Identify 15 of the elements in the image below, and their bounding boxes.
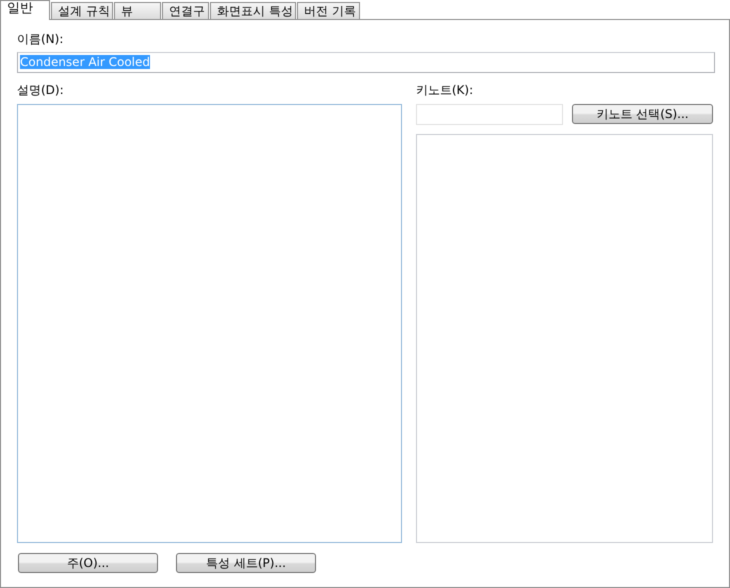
description-label: 설명(D): bbox=[17, 83, 65, 97]
tab[interactable]: 설계 규칙 bbox=[51, 2, 113, 19]
tab[interactable]: 일반 bbox=[0, 0, 50, 20]
description-field[interactable] bbox=[17, 104, 402, 543]
tab[interactable]: 연결구 bbox=[162, 2, 209, 19]
name-label: 이름(N): bbox=[17, 32, 64, 46]
dialog-button[interactable]: 특성 세트(P)... bbox=[176, 553, 316, 573]
select-keynote-button[interactable]: 키노트 선택(S)... bbox=[572, 104, 713, 124]
keynote-label: 키노트(K): bbox=[416, 83, 474, 97]
tab[interactable]: 화면표시 특성 bbox=[210, 2, 296, 19]
keynote-field[interactable] bbox=[416, 104, 563, 125]
keynote-list[interactable] bbox=[416, 134, 713, 543]
dialog-button[interactable]: 주(O)... bbox=[18, 553, 158, 573]
tab[interactable]: 뷰 bbox=[114, 2, 161, 19]
tab[interactable]: 버전 기록 bbox=[297, 2, 360, 19]
